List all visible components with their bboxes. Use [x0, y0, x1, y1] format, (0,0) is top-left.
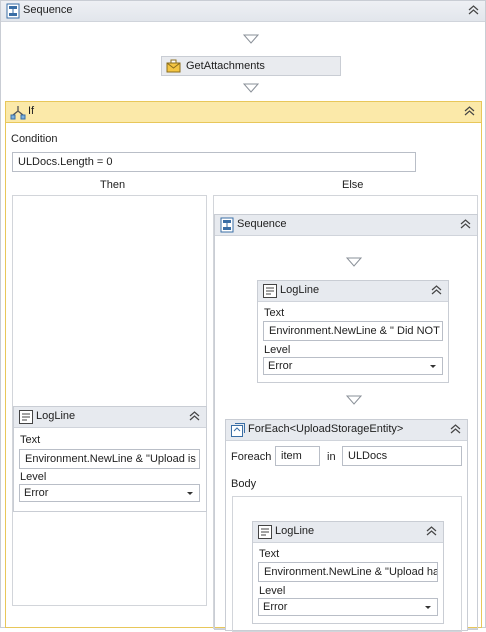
- branch-icon: [10, 106, 26, 120]
- else-sequence[interactable]: Sequence LogLine Text Environment.NewLin…: [214, 214, 478, 632]
- drop-target-icon[interactable]: [346, 395, 362, 405]
- get-attachments-label: GetAttachments: [186, 60, 265, 72]
- if-activity[interactable]: If Condition ULDocs.Length = 0 Then Else…: [5, 101, 482, 632]
- drop-target-icon[interactable]: [243, 34, 259, 44]
- collapse-icon[interactable]: [188, 410, 201, 423]
- foreach-header[interactable]: ForEach<UploadStorageEntity>: [226, 420, 467, 441]
- collapse-icon[interactable]: [425, 525, 438, 538]
- if-title: If: [28, 105, 35, 117]
- text-input[interactable]: Environment.NewLine & " Did NOT: [263, 321, 443, 341]
- logline-icon: [258, 525, 272, 539]
- foreach-body[interactable]: LogLine Text Environment.NewLine & "Uplo…: [232, 496, 462, 632]
- condition-input[interactable]: ULDocs.Length = 0: [12, 152, 416, 172]
- foreach-logline-header[interactable]: LogLine: [253, 522, 443, 543]
- outer-sequence-title: Sequence: [23, 4, 73, 16]
- sequence-icon: [6, 3, 20, 19]
- text-label: Text: [259, 548, 280, 560]
- text-input[interactable]: Environment.NewLine & "Upload is: [19, 449, 200, 469]
- foreach-activity[interactable]: ForEach<UploadStorageEntity> Foreach ite…: [225, 419, 468, 632]
- body-label: Body: [231, 478, 257, 490]
- logline-icon: [19, 410, 33, 424]
- sequence-icon: [220, 217, 234, 233]
- in-input[interactable]: ULDocs: [342, 446, 462, 466]
- then-label: Then: [100, 179, 126, 191]
- text-label: Text: [20, 434, 41, 446]
- then-logline-header[interactable]: LogLine: [14, 407, 206, 428]
- else-logline-title: LogLine: [280, 284, 320, 296]
- then-logline-activity[interactable]: LogLine Text Environment.NewLine & "Uplo…: [13, 406, 207, 512]
- text-label: Text: [264, 307, 285, 319]
- level-select[interactable]: Error: [19, 484, 200, 502]
- outer-sequence-header[interactable]: Sequence: [1, 1, 485, 22]
- foreach-logline-activity[interactable]: LogLine Text Environment.NewLine & "Uplo…: [252, 521, 444, 624]
- collapse-icon[interactable]: [467, 4, 480, 17]
- drop-target-icon[interactable]: [346, 257, 362, 267]
- level-label: Level: [20, 471, 47, 483]
- else-label: Else: [342, 179, 364, 191]
- then-panel[interactable]: LogLine Text Environment.NewLine & "Uplo…: [12, 195, 207, 606]
- collapse-icon[interactable]: [463, 105, 476, 118]
- then-logline-title: LogLine: [36, 410, 76, 422]
- level-label: Level: [264, 344, 291, 356]
- level-select[interactable]: Error: [263, 357, 443, 375]
- else-panel[interactable]: Sequence LogLine Text Environment.NewLin…: [213, 195, 478, 632]
- level-label: Level: [259, 585, 286, 597]
- else-sequence-header[interactable]: Sequence: [215, 215, 477, 236]
- level-value: Error: [268, 360, 293, 372]
- foreach-label: Foreach: [231, 451, 272, 463]
- else-logline-activity[interactable]: LogLine Text Environment.NewLine & " Did…: [257, 280, 449, 383]
- level-value: Error: [24, 487, 49, 499]
- if-header[interactable]: If: [6, 102, 481, 123]
- logline-icon: [263, 284, 277, 298]
- condition-label: Condition: [11, 133, 58, 145]
- else-sequence-title: Sequence: [237, 218, 287, 230]
- level-select[interactable]: Error: [258, 598, 438, 616]
- get-attachments-activity[interactable]: GetAttachments: [161, 56, 341, 76]
- collapse-icon[interactable]: [449, 423, 462, 436]
- collapse-icon[interactable]: [430, 284, 443, 297]
- text-input[interactable]: Environment.NewLine & "Upload ha: [258, 562, 438, 582]
- foreach-icon: [231, 423, 245, 437]
- foreach-title: ForEach<UploadStorageEntity>: [248, 423, 404, 435]
- foreach-logline-title: LogLine: [275, 525, 315, 537]
- item-input[interactable]: item: [275, 446, 320, 466]
- envelope-attachment-icon: [166, 59, 181, 73]
- in-label: in: [327, 451, 336, 463]
- chevron-down-icon[interactable]: [425, 606, 431, 609]
- level-value: Error: [263, 601, 288, 613]
- else-logline-header[interactable]: LogLine: [258, 281, 448, 302]
- collapse-icon[interactable]: [459, 218, 472, 231]
- chevron-down-icon[interactable]: [187, 492, 193, 495]
- drop-target-icon[interactable]: [243, 83, 259, 93]
- chevron-down-icon[interactable]: [430, 365, 436, 368]
